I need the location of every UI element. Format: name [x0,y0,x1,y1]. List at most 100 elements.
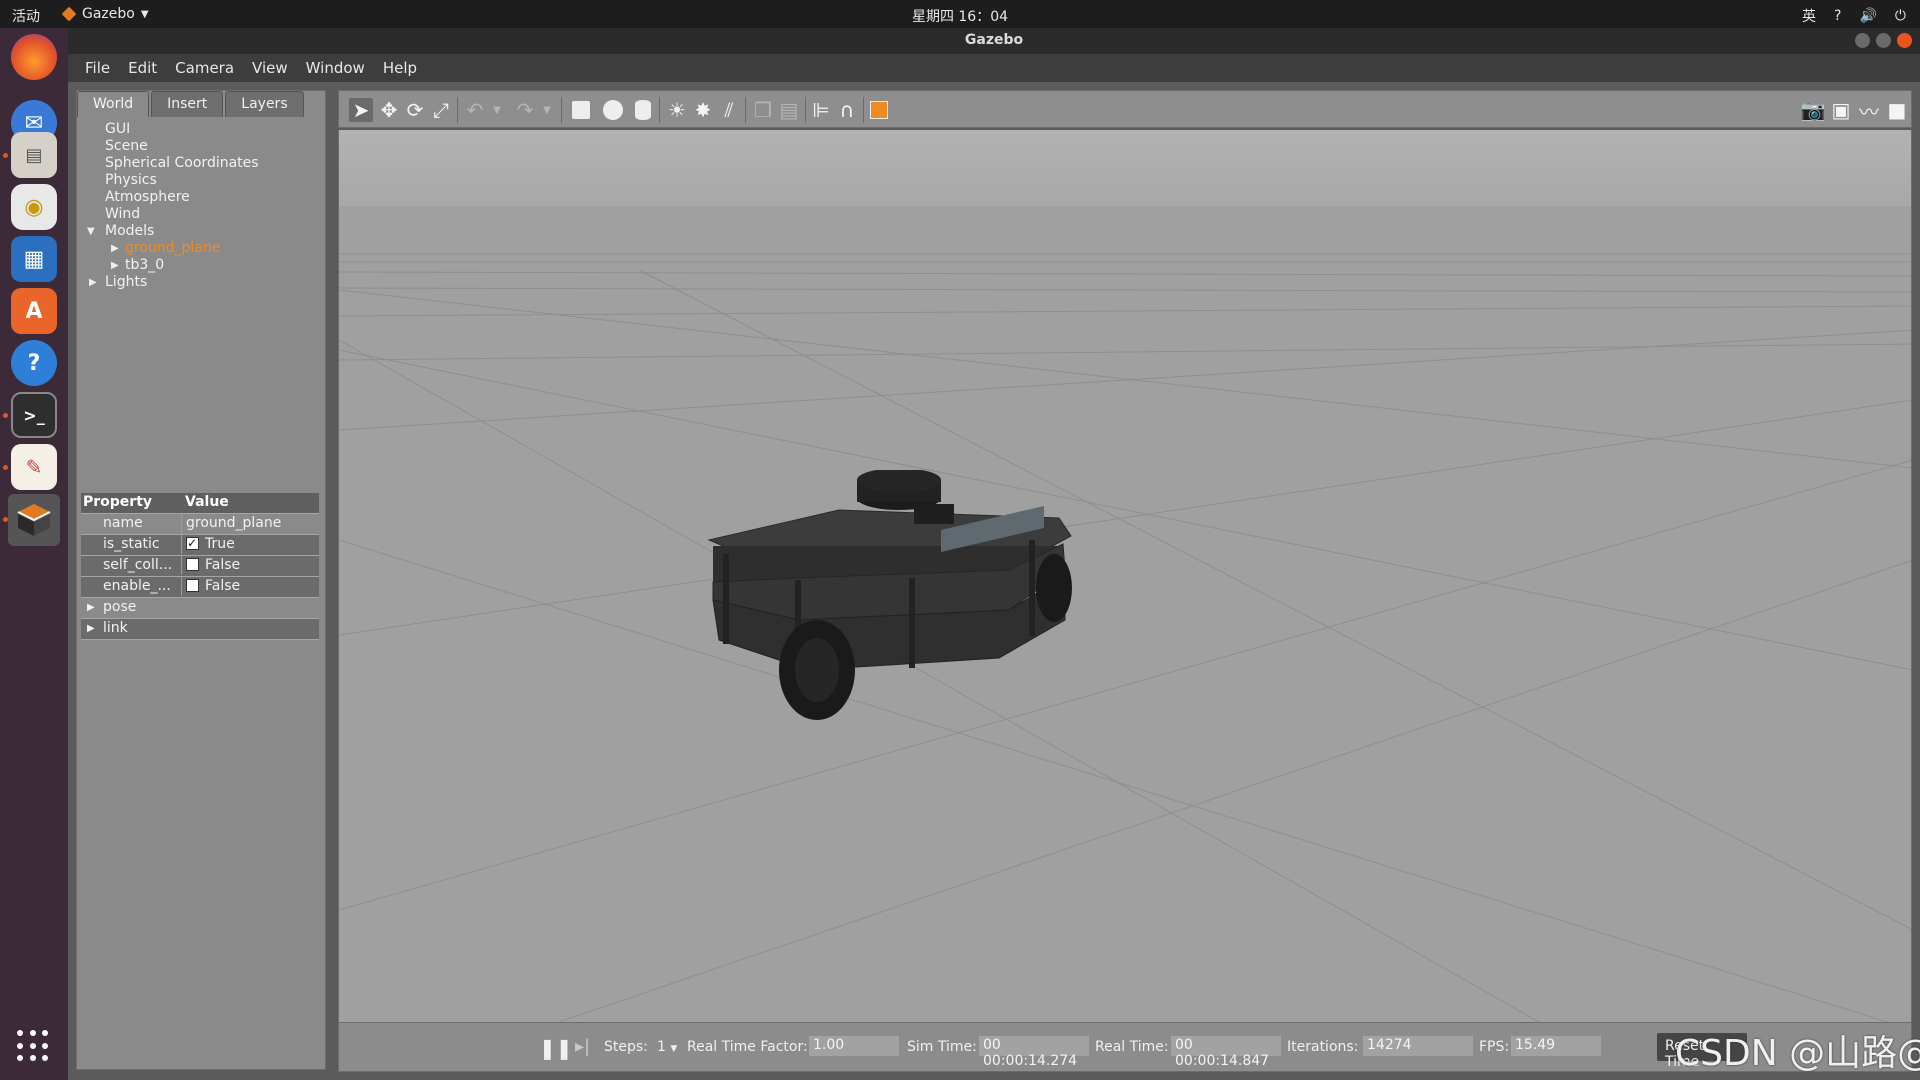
tree-item-tb3-0[interactable]: ▶ tb3_0 [77,257,325,274]
tree-item-physics[interactable]: Physics [77,172,325,189]
menu-window[interactable]: Window [297,54,374,82]
tab-world[interactable]: World [77,91,150,117]
directional-light-icon[interactable]: ⫽ [717,98,741,122]
tree-item-atmosphere[interactable]: Atmosphere [77,189,325,206]
scale-mode-icon[interactable]: ⤢ [429,98,453,122]
redo-icon[interactable]: ↷ [513,98,537,122]
property-header: Property Value [81,493,319,514]
tab-insert[interactable]: Insert [151,91,224,117]
sphere-shape-icon[interactable] [601,98,625,122]
menu-edit[interactable]: Edit [119,54,166,82]
undo-icon[interactable]: ↶ [463,98,487,122]
watermark: CSDN @山路@ [1675,1033,1920,1074]
property-row-link[interactable]: ▶ link [81,619,319,640]
iterations-value: 14274 [1363,1036,1473,1056]
property-row-self-collide[interactable]: self_coll... False [81,556,319,577]
minimize-button[interactable] [1855,33,1870,48]
writer-icon[interactable]: ▦ [11,236,57,282]
toolbar-separator [863,97,864,123]
change-view-icon[interactable] [867,98,891,122]
running-indicator [3,153,8,158]
real-time-factor-value: 1.00 [809,1036,899,1056]
menu-view[interactable]: View [243,54,297,82]
menu-bar: File Edit Camera View Window Help [68,54,1920,82]
sim-time-value: 00 00:00:14.274 [979,1036,1089,1069]
menu-file[interactable]: File [76,54,119,82]
snap-icon[interactable]: ∩ [835,98,859,122]
real-time-factor-label: Real Time Factor: [687,1039,808,1055]
collapsed-arrow-icon[interactable]: ▶ [111,240,119,257]
video-record-icon[interactable]: ■ [1885,98,1909,122]
collapsed-arrow-icon[interactable]: ▶ [87,598,95,617]
translate-mode-icon[interactable]: ✥ [377,98,401,122]
undo-history-icon[interactable]: ▼ [485,98,509,122]
turtlebot3-model[interactable] [699,470,1119,730]
world-tree: GUI Scene Spherical Coordinates Physics … [77,121,325,291]
pause-icon[interactable]: ❚❚ [539,1036,573,1060]
tab-layers[interactable]: Layers [225,91,304,117]
close-button[interactable] [1897,33,1912,48]
point-light-icon[interactable]: ☀ [665,98,689,122]
cylinder-shape-icon[interactable] [631,98,655,122]
collapsed-arrow-icon[interactable]: ▶ [89,274,97,291]
clock[interactable]: 星期四 16：04 [0,6,1920,26]
box-shape-icon[interactable] [569,98,593,122]
property-table: Property Value name ground_plane is_stat… [81,493,319,640]
align-icon[interactable]: ⊫ [809,98,833,122]
gazebo-dock-icon[interactable] [8,494,60,546]
paste-icon[interactable]: ▤ [777,98,801,122]
copy-icon[interactable]: ❐ [751,98,775,122]
spot-light-icon[interactable]: ✸ [691,98,715,122]
menu-help[interactable]: Help [374,54,426,82]
ground-grid [339,253,1911,1022]
help-app-icon[interactable]: ? [11,340,57,386]
property-row-enable-wind[interactable]: enable_... False [81,577,319,598]
checkbox-unchecked[interactable] [186,558,199,571]
tree-item-scene[interactable]: Scene [77,138,325,155]
property-row-is-static[interactable]: is_static True [81,534,319,556]
toolbar-separator [457,97,458,123]
screenshot-icon[interactable]: 📷 [1801,98,1826,122]
menu-camera[interactable]: Camera [166,54,243,82]
software-center-icon[interactable]: A [11,288,57,334]
tree-item-wind[interactable]: Wind [77,206,325,223]
system-top-bar: 活动 Gazebo ▼ 星期四 16：04 英 ? 🔊 ⏻ [0,0,1920,28]
tree-item-spherical-coordinates[interactable]: Spherical Coordinates [77,155,325,172]
property-row-pose[interactable]: ▶ pose [81,598,319,619]
firefox-icon[interactable] [11,34,57,80]
system-tray[interactable]: 英 ? 🔊 ⏻ [1802,6,1906,26]
step-icon[interactable]: ▸| [575,1036,590,1057]
help-icon[interactable]: ? [1834,8,1841,24]
expanded-arrow-icon[interactable]: ▼ [87,223,95,240]
plot-icon[interactable]: 〰 [1857,98,1881,124]
collapsed-arrow-icon[interactable]: ▶ [111,257,119,274]
files-icon[interactable]: ▤ [11,132,57,178]
steps-spinner[interactable]: 1 ▼ [657,1039,677,1055]
3d-viewport[interactable] [338,130,1912,1022]
collapsed-arrow-icon[interactable]: ▶ [87,619,95,638]
iterations-label: Iterations: [1287,1039,1359,1055]
checkbox-checked[interactable] [186,534,199,553]
toolbar: ➤ ✥ ⟳ ⤢ ↶ ▼ ↷ ▼ ☀ ✸ ⫽ ❐ ▤ ⊫ ∩ 📷 ▣ 〰 ■ [338,90,1912,128]
select-mode-icon[interactable]: ➤ [349,98,373,122]
power-icon[interactable]: ⏻ [1895,8,1906,24]
tree-item-ground-plane[interactable]: ▶ ground_plane [77,240,325,257]
text-editor-icon[interactable]: ✎ [11,444,57,490]
tree-item-lights[interactable]: ▶ Lights [77,274,325,291]
input-method-indicator[interactable]: 英 [1802,6,1816,26]
redo-history-icon[interactable]: ▼ [535,98,559,122]
toolbar-separator [745,97,746,123]
show-applications-icon[interactable] [17,1030,49,1062]
log-icon[interactable]: ▣ [1829,98,1853,122]
volume-icon[interactable]: 🔊 [1859,8,1876,24]
tree-item-gui[interactable]: GUI [77,121,325,138]
terminal-icon[interactable]: >_ [11,392,57,438]
rhythmbox-icon[interactable]: ◉ [11,184,57,230]
maximize-button[interactable] [1876,33,1891,48]
rotate-mode-icon[interactable]: ⟳ [403,98,427,122]
steps-label: Steps: [604,1039,648,1055]
window-controls [1855,33,1912,48]
property-row-name[interactable]: name ground_plane [81,514,319,535]
tree-item-models[interactable]: ▼ Models [77,223,325,240]
checkbox-unchecked[interactable] [186,579,199,592]
